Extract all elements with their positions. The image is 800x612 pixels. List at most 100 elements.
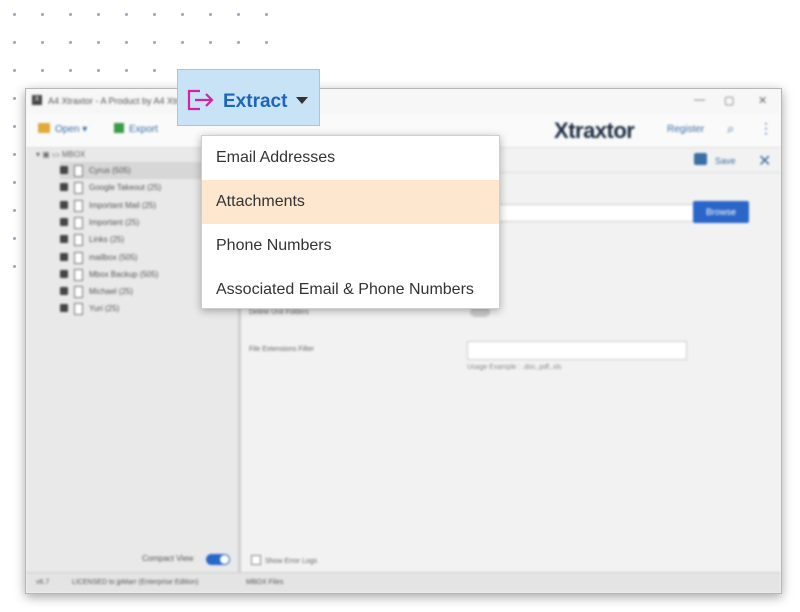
decorative-dot (41, 41, 44, 44)
decorative-dot (13, 153, 16, 156)
export-button[interactable]: Export (114, 123, 158, 135)
open-button[interactable]: Open ▾ (38, 123, 87, 135)
file-icon (74, 165, 83, 177)
decorative-dot (265, 41, 268, 44)
menu-item[interactable]: Associated Email & Phone Numbers (202, 268, 499, 312)
folder-label: Cyrus (505) (89, 166, 131, 175)
file-extensions-filter-label: File Extensions Filter (249, 346, 314, 353)
decorative-dot (13, 13, 16, 16)
menu-item[interactable]: Email Addresses (202, 136, 499, 180)
more-options-icon[interactable]: ⋮ (759, 120, 773, 137)
decorative-dot (125, 41, 128, 44)
decorative-dot (13, 181, 16, 184)
decorative-dot (41, 69, 44, 72)
extract-button[interactable]: Extract (177, 69, 320, 126)
decorative-dot (41, 13, 44, 16)
menu-item[interactable]: Attachments (202, 180, 499, 224)
tree-root[interactable]: ▾ ▣ ▭ MBOX (36, 150, 85, 159)
minimize-button[interactable]: — (694, 94, 705, 106)
decorative-dot (265, 13, 268, 16)
folder-label: mailbox (505) (89, 252, 138, 262)
decorative-dot (13, 125, 16, 128)
folder-checkbox[interactable] (60, 252, 68, 261)
file-icon (74, 303, 83, 316)
decorative-dot (69, 69, 72, 72)
maximize-button[interactable]: ▢ (724, 94, 734, 107)
browse-button[interactable]: Browse (693, 201, 749, 223)
decorative-dot (97, 41, 100, 44)
file-icon (74, 251, 83, 264)
decorative-dot (209, 41, 212, 44)
decorative-dot (13, 97, 16, 100)
folder-icon (38, 123, 50, 133)
decorative-dot (237, 41, 240, 44)
folder-label: Important Mail (25) (89, 200, 157, 210)
decorative-dot (181, 13, 184, 16)
file-extensions-filter-input[interactable] (467, 341, 687, 360)
menu-item-label: Associated Email & Phone Numbers (216, 281, 474, 298)
decorative-dot (125, 69, 128, 72)
export-arrow-icon (187, 89, 214, 111)
folder-checkbox[interactable] (60, 200, 68, 209)
status-bar: v6.7 LICENSED to jpMarr (Enterprise Edit… (26, 572, 781, 593)
title-bar: X A4 Xtraxtor - A Product by A4 Xtraxtor… (26, 89, 781, 113)
folder-label: Michael (25) (89, 287, 134, 297)
file-icon (74, 268, 83, 281)
file-icon (74, 216, 83, 229)
decorative-dot (97, 13, 100, 16)
version-text: v6.7 (36, 579, 50, 586)
menu-item[interactable]: Phone Numbers (202, 224, 499, 268)
decorative-dot (13, 237, 16, 240)
decorative-dot (153, 41, 156, 44)
show-error-logs-checkbox[interactable]: Show Error Logs (251, 555, 317, 565)
folder-label: Mbox Backup (505) (89, 269, 159, 279)
menu-item-label: Phone Numbers (216, 237, 332, 254)
open-label: Open (55, 124, 80, 135)
decorative-dot (153, 13, 156, 16)
decorative-dot (13, 41, 16, 44)
folder-checkbox[interactable] (60, 287, 68, 296)
decorative-dot (237, 13, 240, 16)
decorative-dot (181, 41, 184, 44)
folder-checkbox[interactable] (60, 183, 68, 192)
folder-label: Important (25) (89, 217, 140, 227)
export-label: Export (129, 124, 158, 135)
license-text: LICENSED to jpMarr (Enterprise Edition) (72, 579, 199, 586)
folder-checkbox[interactable] (60, 269, 68, 278)
close-panel-button[interactable]: ✕ (758, 151, 771, 171)
folder-checkbox[interactable] (60, 235, 68, 244)
decorative-dot (69, 13, 72, 16)
compact-view-toggle[interactable] (206, 554, 230, 565)
decorative-dot (209, 13, 212, 16)
file-icon (74, 286, 83, 299)
folder-checkbox[interactable] (60, 166, 68, 174)
file-icon (74, 199, 83, 212)
file-count-text: MBOX Files (246, 579, 284, 586)
window-title: A4 Xtraxtor - A Product by A4 Xtraxtor (48, 96, 199, 106)
file-icon (74, 182, 83, 195)
chevron-down-icon (296, 97, 308, 104)
app-icon: X (32, 95, 42, 105)
folder-label: Yuri (25) (89, 304, 120, 314)
decorative-dot (13, 69, 16, 72)
decorative-dot (69, 41, 72, 44)
search-icon[interactable]: ⌕ (727, 121, 734, 137)
folder-checkbox[interactable] (60, 304, 68, 313)
decorative-dot (153, 69, 156, 72)
export-icon (114, 123, 124, 133)
decorative-dot (97, 69, 100, 72)
save-button[interactable]: Save (715, 156, 736, 166)
folder-label: Links (25) (89, 235, 125, 245)
menu-item-label: Email Addresses (216, 149, 336, 166)
compact-view-label: Compact View (142, 554, 194, 563)
folder-checkbox[interactable] (60, 217, 68, 226)
filter-hint: Usage Example : .doc,.pdf,.xls (467, 364, 562, 371)
file-icon (74, 234, 83, 247)
destination-path-input[interactable] (471, 204, 702, 222)
decorative-dot (13, 265, 16, 268)
decorative-dot (13, 209, 16, 212)
register-link[interactable]: Register (667, 124, 704, 135)
close-window-button[interactable]: ✕ (758, 94, 767, 107)
extract-dropdown-menu: Email Addresses Attachments Phone Numbers A… (201, 135, 500, 309)
save-icon[interactable] (694, 153, 707, 165)
